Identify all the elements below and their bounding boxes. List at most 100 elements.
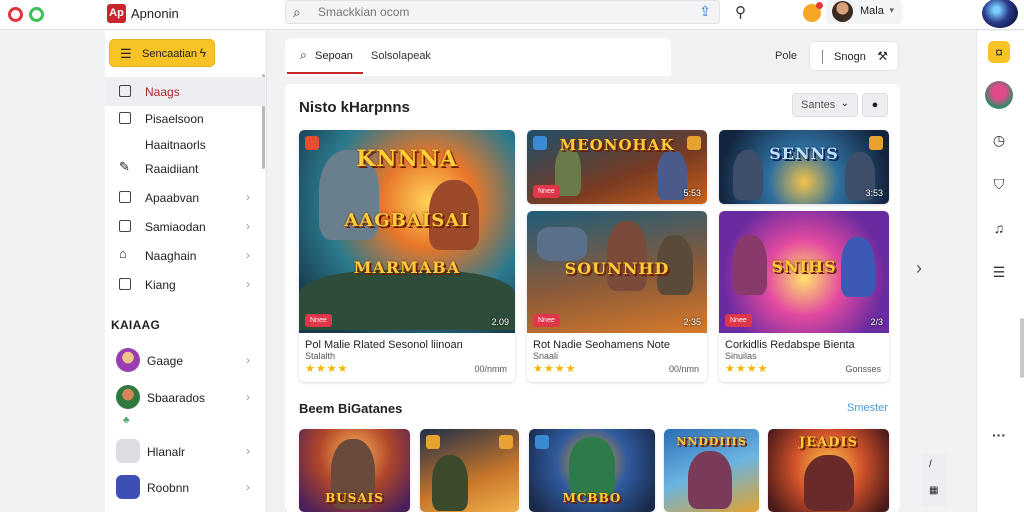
app-logo[interactable]: Ap xyxy=(107,4,126,23)
sidebar-item-apaabvan[interactable]: Apaabvan › xyxy=(105,183,266,212)
game-card[interactable]: SOUNNHD Nnee 2:35 Rot Nadie Seohamens No… xyxy=(527,211,707,382)
game-subcaption: Snaali xyxy=(533,351,559,361)
window-controls xyxy=(8,7,44,22)
avatar xyxy=(832,1,853,22)
window-close-icon[interactable] xyxy=(8,7,23,22)
sidebar-item-label: Pisaelsoon xyxy=(145,112,204,126)
sidebar-item-pisaelsoon[interactable]: Pisaelsoon xyxy=(105,104,266,133)
game-subcaption: Sinuilas xyxy=(725,351,757,361)
top-bar: Ap Apnonin ⌕ ⇪ ⚲ Mala ▾ xyxy=(0,0,1024,30)
friend-name: Gaage xyxy=(147,354,184,368)
game-card[interactable]: KNNNA AAGBAISAI MARMABA Nnee 2.09 Pol Ma… xyxy=(299,130,515,382)
friend-item[interactable]: Gaage › xyxy=(105,344,266,378)
list-icon[interactable]: ☰ xyxy=(988,261,1010,283)
character-figure xyxy=(569,437,615,497)
game-subcaption: Stalalth xyxy=(305,351,336,361)
profile-menu[interactable]: Mala ▾ xyxy=(826,0,902,24)
game-card[interactable]: SNIHS Nnee 2/3 Corkidlis Redabspe Bienta… xyxy=(719,211,889,382)
tag-icon: ⌂ xyxy=(119,246,127,261)
role-link[interactable]: Pole xyxy=(775,50,797,62)
game-corner-icon xyxy=(305,136,319,150)
square-icon xyxy=(119,191,131,203)
game-title-art: KNNNA xyxy=(356,146,458,172)
sidebar-item-label: Naaghain xyxy=(145,249,197,263)
game-caption: Rot Nadie Seohamens Note xyxy=(533,339,670,351)
profile-name: Mala xyxy=(860,5,884,17)
chevron-right-icon[interactable]: › xyxy=(916,258,922,279)
sidebar: ☰ Sencaatian ϟ Naags Pisaelsoon Haaitnao… xyxy=(105,31,267,512)
chevron-right-icon: › xyxy=(246,277,250,291)
game-card[interactable]: MCBBO xyxy=(529,429,655,512)
sidebar-item-naags[interactable]: Naags xyxy=(105,77,266,106)
game-corner-icon xyxy=(533,136,547,150)
search-input[interactable] xyxy=(318,4,678,20)
shield-icon[interactable]: ⛉ xyxy=(988,173,1010,195)
main-content: ⌕ Sepoan Solsolapeak Pole Snogn ⚒ Nisto … xyxy=(285,38,900,512)
avatar xyxy=(116,385,140,409)
friend-item[interactable]: Sbaarados › ♣ xyxy=(105,381,266,426)
tool-icon: ⚒ xyxy=(877,49,888,63)
play-time: 2/3 xyxy=(870,317,883,327)
game-card[interactable]: NNDDIIIS xyxy=(664,429,759,512)
divider xyxy=(822,50,823,64)
play-time: 2.09 xyxy=(491,317,509,327)
game-card[interactable]: BUSAIS xyxy=(299,429,410,512)
sidebar-item-label: Kiang xyxy=(145,278,176,292)
game-meta: 00/nmm xyxy=(474,364,507,374)
primary-action-button[interactable]: ☰ Sencaatian ϟ xyxy=(109,39,215,67)
chevron-right-icon: › xyxy=(246,248,250,262)
sidebar-item-raaidiiant[interactable]: ✎ Raaidiiant xyxy=(105,154,266,183)
pen-icon[interactable]: / xyxy=(929,459,932,470)
dot-icon: ● xyxy=(871,99,879,111)
game-corner-icon xyxy=(687,136,701,150)
status-badge: Nnee xyxy=(725,314,752,327)
game-art xyxy=(420,429,519,512)
game-art: NNDDIIIS xyxy=(664,429,759,512)
rating-stars: ★★★★ xyxy=(305,363,349,375)
notification-icon[interactable] xyxy=(803,2,823,22)
sidebar-item-naaghain[interactable]: ⌂ Naaghain › xyxy=(105,241,266,270)
clock-icon[interactable]: ◷ xyxy=(988,129,1010,151)
tab-bar: ⌕ Sepoan Solsolapeak xyxy=(285,38,671,76)
game-meta: 00/nmn xyxy=(668,364,699,374)
tab-label: Sepoan xyxy=(315,50,353,62)
coin-icon[interactable]: ¤ xyxy=(988,41,1010,63)
game-art: SENNS 3:53 xyxy=(719,130,889,204)
see-more-link[interactable]: Smester xyxy=(847,402,888,414)
square-icon xyxy=(119,85,131,97)
rating-stars: ★★★★ xyxy=(725,363,769,375)
more-icon[interactable]: ··· xyxy=(988,424,1010,446)
sidebar-item-kiang[interactable]: Kiang › xyxy=(105,270,266,299)
chevron-right-icon: › xyxy=(246,219,250,233)
game-caption: Pol Malie Rlated Sesonol liinoan xyxy=(305,339,463,351)
chevron-down-icon: ⌄ xyxy=(840,98,849,109)
bell-icon[interactable]: ♫ xyxy=(988,217,1010,239)
filter-button[interactable]: ● xyxy=(862,93,888,117)
game-card[interactable]: MEONOHAK Nnee 5:53 xyxy=(527,130,707,204)
edit-icon: ✎ xyxy=(119,159,130,174)
segment-button[interactable]: Snogn ⚒ xyxy=(809,41,899,71)
page-scrollbar[interactable] xyxy=(1020,318,1024,378)
add-user-icon[interactable]: ⚲ xyxy=(735,3,746,21)
share-icon[interactable]: ⇪ xyxy=(699,3,711,20)
game-card[interactable]: SENNS 3:53 xyxy=(719,130,889,204)
game-card[interactable] xyxy=(420,429,519,512)
avatar[interactable] xyxy=(985,81,1013,109)
sidebar-item-samiaodan[interactable]: Samiaodan › xyxy=(105,212,266,241)
game-card[interactable]: JEADIS xyxy=(768,429,889,512)
status-badge: Nnee xyxy=(533,314,560,327)
friend-name: Hlanalr xyxy=(147,445,186,459)
grid-icon[interactable]: ▦ xyxy=(929,485,938,496)
sort-dropdown[interactable]: Santes ⌄ xyxy=(792,93,858,117)
status-badge: Nnee xyxy=(533,185,560,198)
friend-item[interactable]: Roobnn › xyxy=(105,471,266,505)
tab-solsolapeak[interactable]: Solsolapeak xyxy=(371,38,571,74)
game-art: JEADIS xyxy=(768,429,889,512)
search-bar[interactable]: ⌕ ⇪ xyxy=(285,0,720,24)
window-maximize-icon[interactable] xyxy=(29,7,44,22)
game-title-art: JEADIS xyxy=(799,435,858,450)
friend-item[interactable]: Hlanalr › xyxy=(105,435,266,469)
globe-icon[interactable] xyxy=(982,0,1018,28)
tab-sepoan[interactable]: ⌕ Sepoan xyxy=(287,38,363,74)
section-title: Nisto kHarpnns xyxy=(299,99,410,116)
